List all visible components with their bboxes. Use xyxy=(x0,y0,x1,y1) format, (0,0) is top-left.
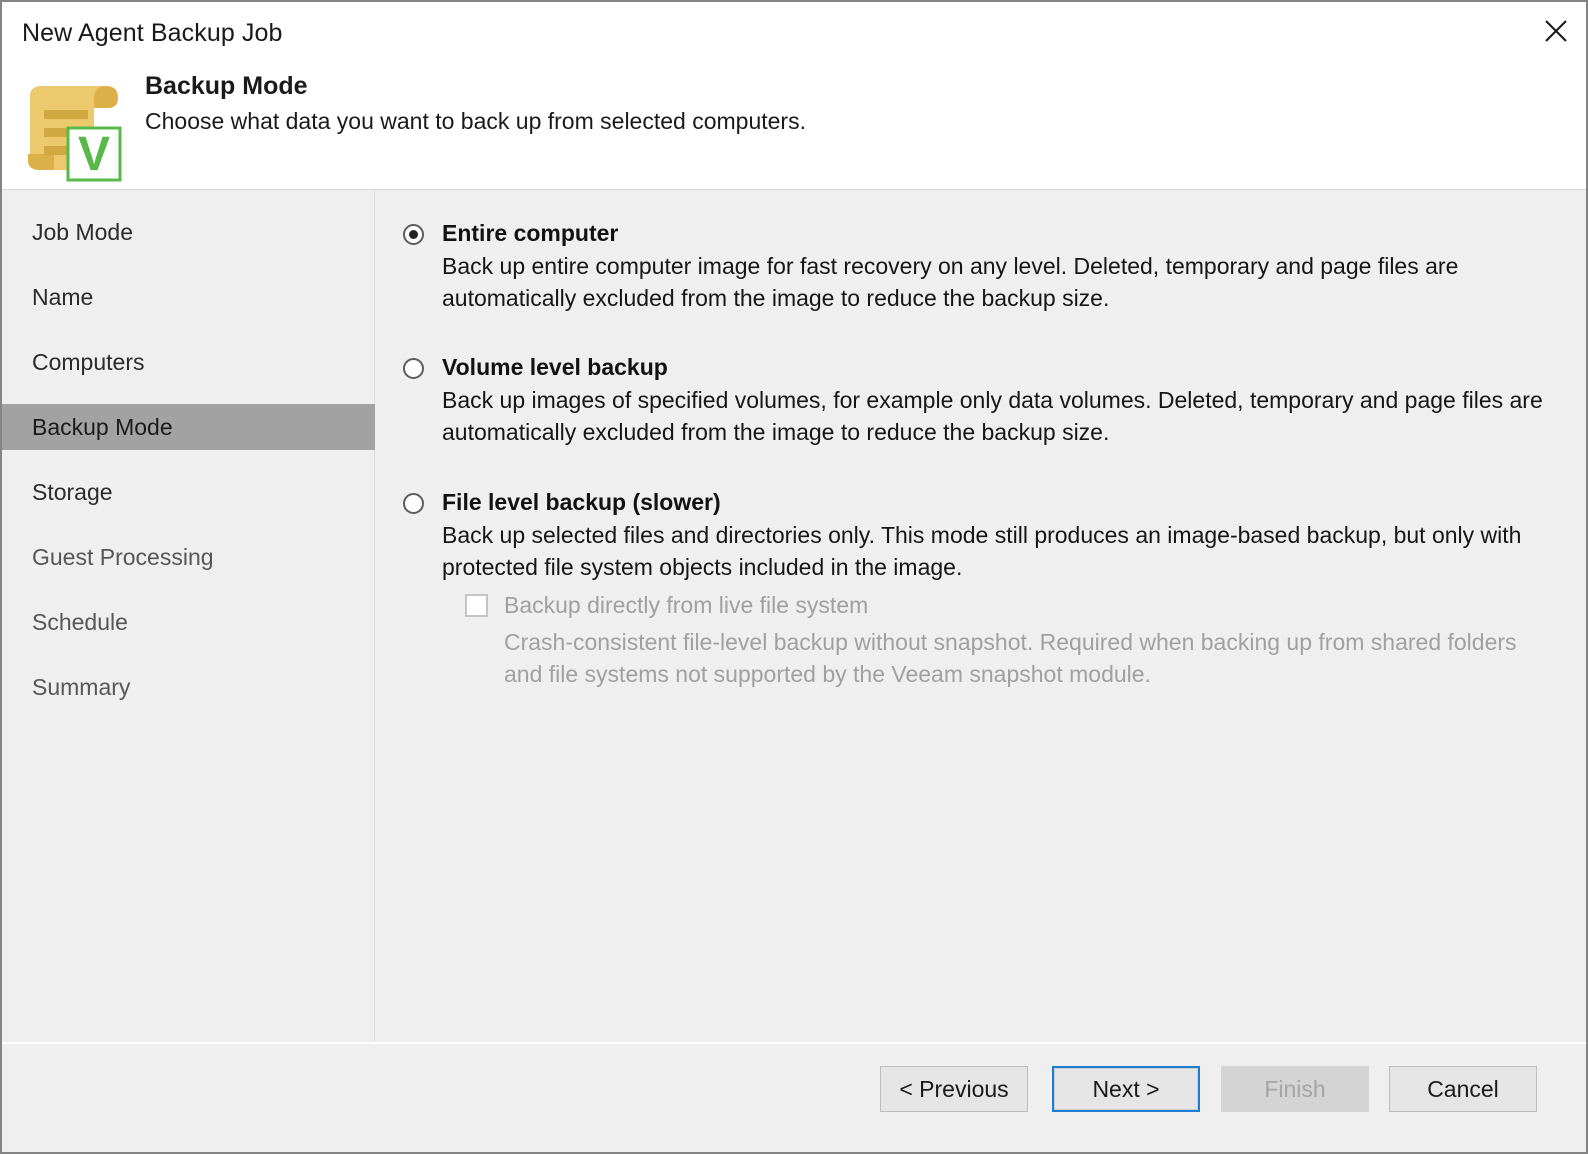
dialog-body: Job Mode Name Computers Backup Mode Stor… xyxy=(2,190,1586,1042)
page-title: Backup Mode xyxy=(145,72,308,100)
title-bar: New Agent Backup Job xyxy=(2,2,1586,64)
dialog-footer: < Previous Next > Finish Cancel xyxy=(2,1042,1586,1152)
backup-mode-options: Entire computer Back up entire computer … xyxy=(376,190,1586,1042)
sidebar-item-label: Schedule xyxy=(32,608,128,635)
sidebar-item-label: Summary xyxy=(32,673,131,700)
radio-volume-level-backup[interactable] xyxy=(403,358,424,379)
radio-file-level-backup[interactable] xyxy=(403,493,424,514)
option-label: Entire computer xyxy=(442,220,619,246)
sub-option-label: Backup directly from live file system xyxy=(504,592,869,618)
sidebar-item-backup-mode[interactable]: Backup Mode xyxy=(2,404,375,450)
option-description: Back up images of specified volumes, for… xyxy=(442,387,1543,445)
option-description: Back up entire computer image for fast r… xyxy=(442,253,1459,311)
svg-text:V: V xyxy=(78,128,110,181)
sidebar-item-label: Name xyxy=(32,283,94,310)
sidebar-item-summary[interactable]: Summary xyxy=(2,664,375,710)
dialog-header: V Backup Mode Choose what data you want … xyxy=(2,64,1586,190)
window-title: New Agent Backup Job xyxy=(22,19,283,47)
sidebar-item-job-mode[interactable]: Job Mode xyxy=(2,209,375,255)
sidebar-item-computers[interactable]: Computers xyxy=(2,339,375,385)
option-description: Back up selected files and directories o… xyxy=(442,522,1522,580)
radio-entire-computer[interactable] xyxy=(403,224,424,245)
new-agent-backup-job-dialog: New Agent Backup Job V Backup Mode Choos… xyxy=(0,0,1588,1154)
finish-button: Finish xyxy=(1221,1066,1369,1112)
sidebar-item-label: Job Mode xyxy=(32,218,134,245)
sub-option-description: Crash-consistent file-level backup witho… xyxy=(504,629,1517,687)
close-button[interactable] xyxy=(1526,2,1586,60)
sidebar-item-label: Storage xyxy=(32,478,113,505)
next-button[interactable]: Next > xyxy=(1052,1066,1200,1112)
previous-button[interactable]: < Previous xyxy=(880,1066,1028,1112)
wizard-steps-sidebar: Job Mode Name Computers Backup Mode Stor… xyxy=(2,190,375,1042)
sidebar-item-label: Backup Mode xyxy=(32,413,173,440)
option-label: Volume level backup xyxy=(442,354,668,380)
cancel-button[interactable]: Cancel xyxy=(1389,1066,1537,1112)
sidebar-item-label: Computers xyxy=(32,348,145,375)
close-icon xyxy=(1543,18,1569,44)
sidebar-item-guest-processing[interactable]: Guest Processing xyxy=(2,534,375,580)
page-subtitle: Choose what data you want to back up fro… xyxy=(145,108,806,134)
checkbox-backup-directly-live-file-system[interactable] xyxy=(465,594,488,617)
backup-job-scroll-icon: V xyxy=(16,74,132,182)
sidebar-item-storage[interactable]: Storage xyxy=(2,469,375,515)
sidebar-item-schedule[interactable]: Schedule xyxy=(2,599,375,645)
sidebar-item-label: Guest Processing xyxy=(32,543,214,570)
sidebar-item-name[interactable]: Name xyxy=(2,274,375,320)
option-label: File level backup (slower) xyxy=(442,489,721,515)
